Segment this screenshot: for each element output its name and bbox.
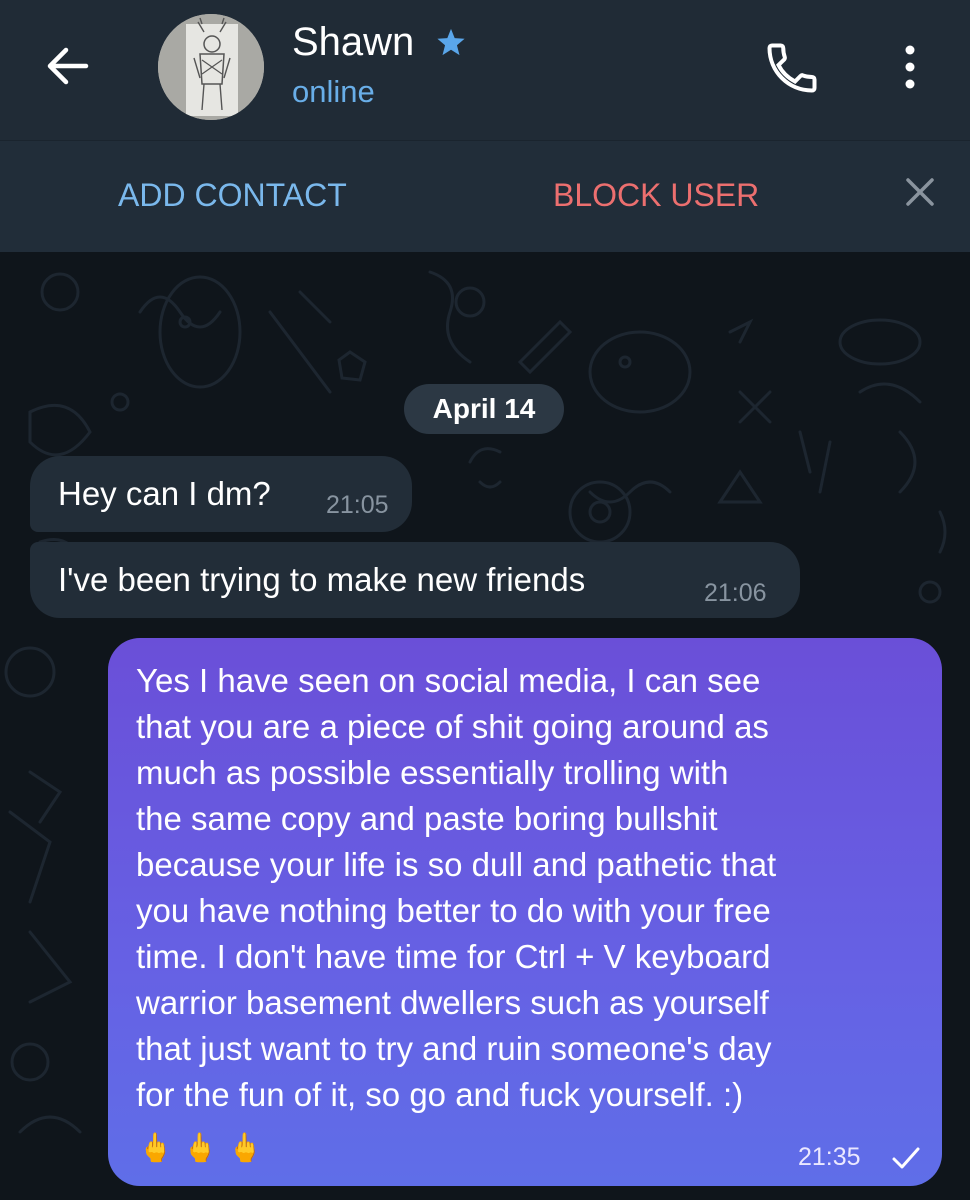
middle-finger-emoji: 🖕🖕🖕 bbox=[138, 1132, 273, 1163]
more-options-button[interactable] bbox=[890, 40, 930, 96]
contact-name[interactable]: Shawn bbox=[292, 18, 414, 66]
incoming-message[interactable]: Hey can I dm? 21:05 bbox=[30, 456, 412, 532]
phone-icon bbox=[767, 43, 817, 93]
outgoing-message[interactable]: Yes I have seen on social media, I can s… bbox=[108, 638, 942, 1186]
message-time: 21:06 bbox=[704, 579, 767, 607]
avatar[interactable] bbox=[158, 14, 264, 120]
message-time: 21:35 bbox=[798, 1143, 861, 1171]
online-status: online bbox=[292, 74, 375, 109]
message-time: 21:05 bbox=[326, 491, 389, 519]
close-action-bar-button[interactable] bbox=[898, 170, 942, 214]
message-text: Yes I have seen on social media, I can s… bbox=[136, 662, 777, 1113]
more-vertical-icon bbox=[905, 45, 915, 89]
call-button[interactable] bbox=[762, 38, 822, 98]
add-contact-button[interactable]: ADD CONTACT bbox=[118, 175, 347, 215]
message-text: Hey can I dm? bbox=[58, 475, 271, 512]
back-arrow-icon bbox=[47, 47, 89, 85]
back-button[interactable] bbox=[44, 44, 92, 88]
block-user-button[interactable]: BLOCK USER bbox=[553, 175, 759, 215]
incoming-message[interactable]: I've been trying to make new friends 21:… bbox=[30, 542, 800, 618]
chat-header: Shawn online bbox=[0, 0, 970, 140]
close-icon bbox=[906, 178, 934, 206]
new-contact-action-bar: ADD CONTACT BLOCK USER bbox=[0, 140, 970, 252]
verified-star-icon bbox=[437, 28, 465, 56]
date-separator: April 14 bbox=[404, 384, 564, 434]
check-icon bbox=[892, 1147, 920, 1169]
message-text: I've been trying to make new friends bbox=[58, 561, 586, 598]
